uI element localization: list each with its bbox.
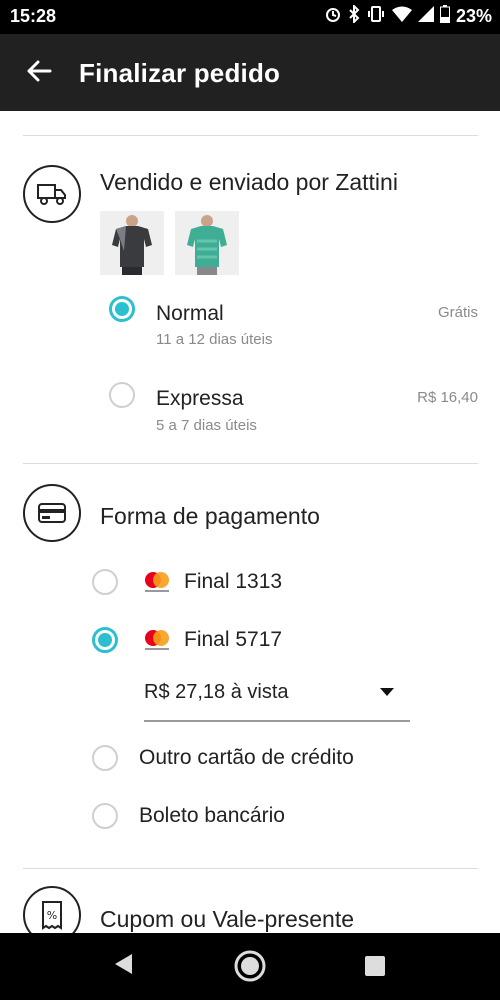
wifi-icon — [391, 6, 412, 27]
bluetooth-icon — [348, 3, 360, 28]
shipping-section-title: Vendido e enviado por Zattini — [100, 169, 398, 195]
shipping-normal-radio[interactable] — [109, 296, 135, 322]
status-bar: 15:28 23% — [0, 0, 500, 34]
back-button[interactable] — [24, 56, 54, 86]
payment-section-title: Forma de pagamento — [100, 503, 320, 529]
product-thumbnail-gray-shirt — [100, 211, 164, 275]
nav-back-button[interactable] — [112, 951, 136, 982]
card-1313-radio[interactable] — [92, 569, 118, 595]
coupon-section-title[interactable]: Cupom ou Vale-presente — [100, 906, 354, 933]
nav-home-icon — [234, 950, 266, 982]
card-5717-label[interactable]: Final 5717 — [184, 628, 282, 652]
battery-icon — [439, 5, 450, 28]
battery-percent: 23% — [455, 6, 492, 26]
shipping-normal-label[interactable]: Normal — [156, 302, 224, 326]
shipping-section-icon — [23, 165, 81, 223]
truck-icon — [37, 184, 66, 205]
boleto-radio[interactable] — [92, 803, 118, 829]
app-bar: Finalizar pedido — [0, 34, 500, 111]
system-navigation-bar — [0, 933, 500, 1000]
divider — [23, 868, 478, 869]
mastercard-icon — [143, 570, 171, 594]
divider — [23, 463, 478, 464]
other-card-radio[interactable] — [92, 745, 118, 771]
card-5717-radio[interactable] — [92, 627, 118, 653]
credit-card-icon — [38, 503, 66, 523]
alarm-icon — [324, 5, 342, 28]
nav-home-button[interactable] — [234, 950, 266, 987]
shipping-express-price: R$ 16,40 — [417, 389, 478, 406]
boleto-label[interactable]: Boleto bancário — [139, 804, 285, 828]
discount-receipt-icon: % — [42, 901, 62, 930]
mastercard-icon — [143, 628, 171, 652]
nav-recents-icon — [365, 956, 385, 976]
shipping-express-label[interactable]: Expressa — [156, 387, 244, 411]
arrow-left-icon — [27, 60, 52, 82]
chevron-down-icon — [380, 688, 394, 696]
page-title: Finalizar pedido — [79, 58, 281, 88]
shipping-normal-price: Grátis — [437, 304, 478, 321]
installment-select[interactable]: R$ 27,18 à vista — [144, 676, 410, 722]
status-icons: 23% — [324, 3, 492, 28]
svg-text:%: % — [47, 909, 57, 922]
payment-section-icon — [23, 484, 81, 542]
status-time: 15:28 — [10, 6, 57, 26]
shipping-express-time: 5 a 7 dias úteis — [156, 417, 257, 434]
nav-back-icon — [115, 954, 132, 974]
shipping-express-radio[interactable] — [109, 382, 135, 408]
card-1313-label[interactable]: Final 1313 — [184, 570, 282, 594]
shipping-normal-time: 11 a 12 dias úteis — [156, 331, 273, 348]
installment-select-value: R$ 27,18 à vista — [144, 681, 289, 703]
product-thumbnail-teal-shirt — [175, 211, 239, 275]
divider — [23, 135, 478, 136]
other-card-label[interactable]: Outro cartão de crédito — [139, 746, 354, 770]
vibrate-icon — [366, 5, 386, 28]
signal-icon — [417, 6, 434, 27]
nav-recents-button[interactable] — [364, 955, 386, 982]
